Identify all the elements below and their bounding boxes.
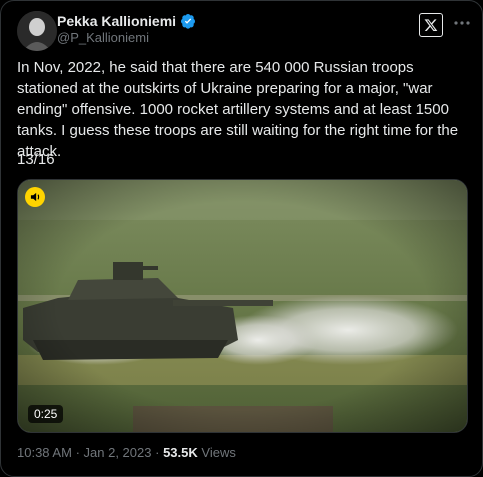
tweet-time[interactable]: 10:38 AM: [17, 445, 72, 460]
meta-separator: ·: [75, 445, 80, 460]
author-name-row[interactable]: Pekka Kallioniemi: [57, 13, 196, 29]
video-duration: 0:25: [28, 405, 64, 423]
x-logo-icon[interactable]: [419, 13, 443, 37]
tweet-meta: 10:38 AM · Jan 2, 2023 · 53.5K Views: [17, 445, 236, 460]
x-glyph: [424, 19, 438, 31]
audio-badge[interactable]: [25, 187, 45, 207]
verified-badge-icon: [181, 14, 196, 29]
video-player[interactable]: 0:25: [17, 179, 468, 433]
views-count: 53.5K: [163, 445, 198, 460]
video-frame: [18, 180, 467, 432]
speaker-icon: [30, 192, 40, 202]
tweet-text: In Nov, 2022, he said that there are 540…: [17, 57, 472, 162]
tweet-body: In Nov, 2022, he said that there are 540…: [17, 59, 459, 160]
more-options-icon[interactable]: [452, 13, 472, 33]
views-label: Views: [201, 445, 236, 460]
avatar[interactable]: [17, 11, 57, 51]
avatar-photo: [17, 11, 57, 51]
tweet-date[interactable]: Jan 2, 2023: [84, 445, 152, 460]
thread-counter: 13/16: [17, 151, 55, 168]
author-display-name[interactable]: Pekka Kallioniemi: [57, 13, 176, 29]
tweet-card: Pekka Kallioniemi @P_Kallioniemi In Nov,…: [0, 0, 483, 477]
more-dots: [454, 21, 470, 25]
author-handle[interactable]: @P_Kallioniemi: [57, 30, 149, 45]
meta-separator-2: ·: [155, 445, 160, 460]
